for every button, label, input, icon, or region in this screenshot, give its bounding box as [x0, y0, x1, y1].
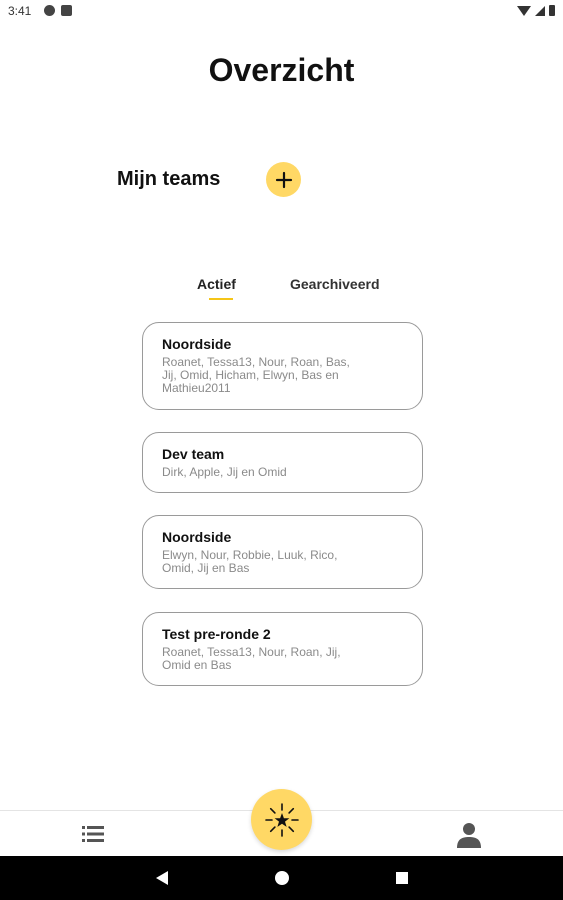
team-members: Roanet, Tessa13, Nour, Roan, Bas, Jij, O… [162, 356, 404, 395]
team-name: Noordside [162, 529, 232, 545]
team-members: Dirk, Apple, Jij en Omid [162, 466, 404, 479]
center-action-button[interactable] [251, 789, 312, 850]
team-members-line: Omid en Bas [162, 658, 232, 672]
team-members-line: Omid, Jij en Bas [162, 561, 250, 575]
tab-gearchiveerd[interactable]: Gearchiveerd [290, 276, 380, 292]
team-card[interactable]: Noordside Elwyn, Nour, Robbie, Luuk, Ric… [142, 515, 423, 589]
system-navigation-bar [0, 856, 563, 900]
notification-icon [44, 5, 55, 16]
status-bar: 3:41 [0, 0, 563, 24]
plus-icon [275, 171, 292, 188]
status-icons-right [517, 5, 555, 16]
team-card[interactable]: Test pre-ronde 2 Roanet, Tessa13, Nour, … [142, 612, 423, 686]
team-members-line: Mathieu2011 [162, 381, 231, 395]
team-members: Roanet, Tessa13, Nour, Roan, Jij, Omid e… [162, 646, 404, 672]
team-members-line: Dirk, Apple, Jij en Omid [162, 465, 287, 479]
recents-icon[interactable] [396, 872, 408, 884]
teams-heading: Mijn teams [117, 168, 221, 190]
back-icon [156, 871, 168, 885]
team-name: Noordside [162, 336, 232, 352]
status-icons-left [44, 5, 72, 16]
tab-indicator [209, 298, 233, 300]
list-button[interactable] [82, 825, 104, 843]
team-name: Test pre-ronde 2 [162, 626, 271, 642]
team-name: Dev team [162, 446, 225, 462]
battery-icon [549, 5, 555, 16]
signal-icon [535, 5, 545, 16]
status-time: 3:41 [8, 4, 32, 18]
profile-button[interactable] [457, 822, 481, 848]
home-icon[interactable] [275, 871, 289, 885]
star-burst-icon [264, 802, 299, 837]
team-members: Elwyn, Nour, Robbie, Luuk, Rico, Omid, J… [162, 549, 404, 575]
team-card[interactable]: Dev team Dirk, Apple, Jij en Omid [142, 432, 423, 493]
add-team-button[interactable] [266, 162, 301, 197]
page-title: Overzicht [208, 52, 355, 88]
sd-card-icon [61, 5, 72, 16]
team-card[interactable]: Noordside Roanet, Tessa13, Nour, Roan, B… [142, 322, 423, 410]
wifi-icon [517, 5, 531, 16]
list-icon [82, 826, 104, 842]
tab-actief[interactable]: Actief [197, 276, 236, 292]
back-button[interactable] [155, 870, 169, 891]
person-icon [457, 823, 481, 848]
